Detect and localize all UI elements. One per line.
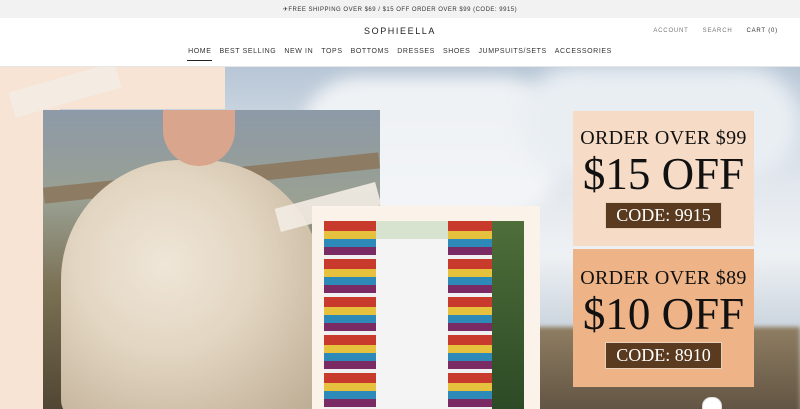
promo-code-badge: CODE: 9915 xyxy=(605,202,722,229)
promo-card-99[interactable]: ORDER OVER $99 $15 OFF CODE: 9915 xyxy=(573,111,754,246)
nav-item-accessories[interactable]: ACCESSORIES xyxy=(554,48,613,61)
nav-item-home[interactable]: HOME xyxy=(187,48,213,61)
promo-discount: $10 OFF xyxy=(582,289,745,339)
search-link[interactable]: SEARCH xyxy=(703,28,733,34)
nav-item-shoes[interactable]: SHOES xyxy=(442,48,472,61)
chat-bubble-icon[interactable] xyxy=(702,397,722,409)
announcement-text: ✈FREE SHIPPING OVER $69 / $15 OFF ORDER … xyxy=(282,6,518,13)
hero-photo-crochet-cardigan xyxy=(324,221,524,409)
main-nav: HOME BEST SELLING NEW IN TOPS BOTTOMS DR… xyxy=(0,48,800,61)
nav-item-bottoms[interactable]: BOTTOMS xyxy=(350,48,391,61)
nav-item-best-selling[interactable]: BEST SELLING xyxy=(218,48,277,61)
header-utilities: ACCOUNT SEARCH CART (0) xyxy=(653,28,778,34)
model-face xyxy=(163,110,235,166)
crochet-cardigan-left xyxy=(324,221,376,409)
promo-discount: $15 OFF xyxy=(582,149,745,199)
nav-item-new-in[interactable]: NEW IN xyxy=(283,48,314,61)
account-link[interactable]: ACCOUNT xyxy=(653,28,688,34)
fluffy-cardigan xyxy=(61,160,321,409)
promo-code-badge: CODE: 8910 xyxy=(605,342,722,369)
promo-headline: ORDER OVER $89 xyxy=(580,267,747,289)
hero-banner[interactable]: ORDER OVER $99 $15 OFF CODE: 9915 ORDER … xyxy=(0,67,800,409)
site-header: SOPHIEELLA ACCOUNT SEARCH CART (0) HOME … xyxy=(0,18,800,67)
nav-item-tops[interactable]: TOPS xyxy=(320,48,343,61)
nav-item-dresses[interactable]: DRESSES xyxy=(396,48,436,61)
cart-link[interactable]: CART (0) xyxy=(746,28,778,34)
nav-item-jumpsuits-sets[interactable]: JUMPSUITS/SETS xyxy=(477,48,547,61)
promo-headline: ORDER OVER $99 xyxy=(580,127,747,149)
leaves-background xyxy=(492,221,524,409)
announcement-bar: ✈FREE SHIPPING OVER $69 / $15 OFF ORDER … xyxy=(0,0,800,18)
promo-card-89[interactable]: ORDER OVER $89 $10 OFF CODE: 8910 xyxy=(573,249,754,387)
